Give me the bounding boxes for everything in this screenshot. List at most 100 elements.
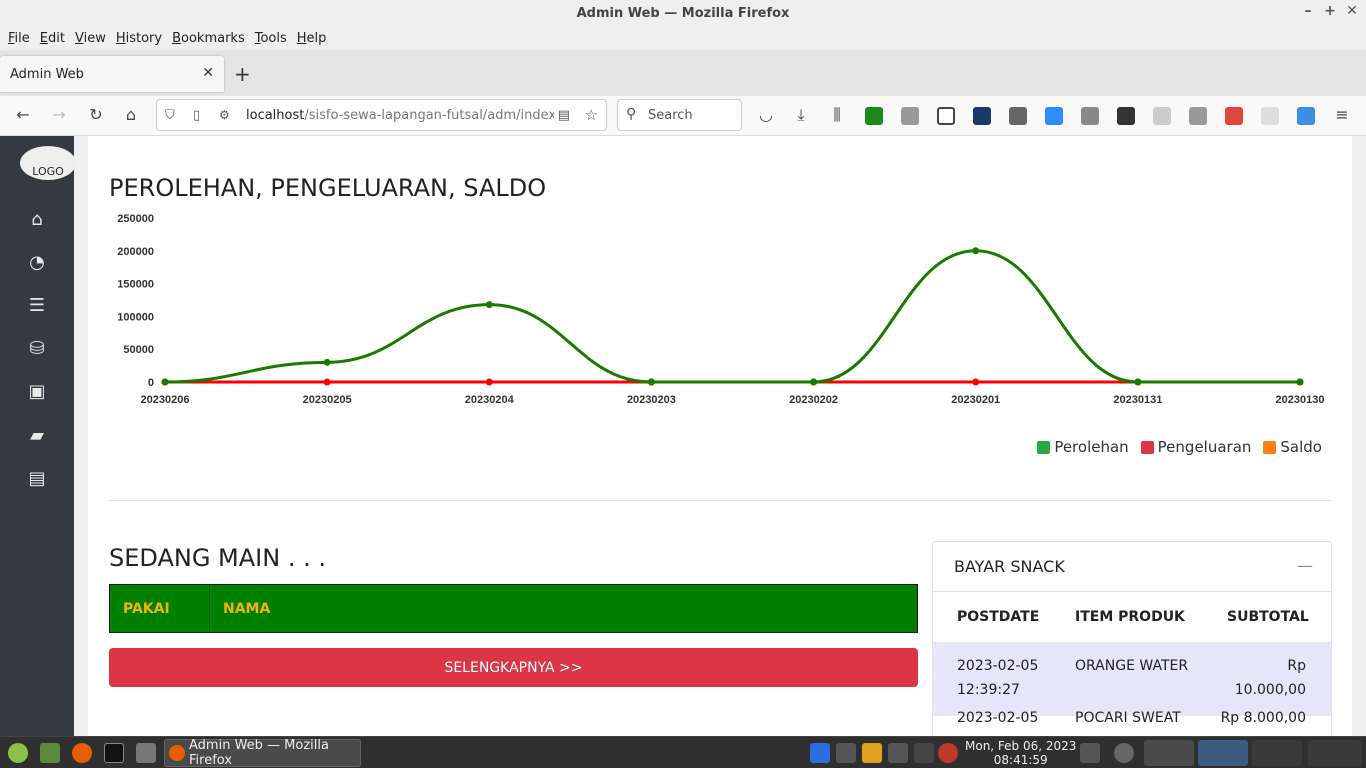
home-icon[interactable]: ⌂ [120,105,142,124]
money-icon[interactable]: ▣ [26,381,48,403]
show-desktop-icon[interactable] [40,743,60,763]
extension-download-icon[interactable] [865,107,883,125]
tab-label: Admin Web [10,66,84,82]
url-bar[interactable]: ⛉ ▯ ⚙ localhost/sisfo-sewa-lapangan-futs… [156,99,607,131]
dashboard-icon[interactable]: ◔ [26,252,48,274]
workspace-1-thumbnail[interactable] [1144,740,1194,766]
row-amount: 10.000,00 [1234,682,1306,698]
y-tick-label: 0 [148,377,154,389]
workspace-2-thumbnail[interactable] [1198,740,1248,766]
row-currency: Rp [1287,658,1306,674]
book-icon[interactable]: ▰ [26,425,48,447]
volume-icon[interactable] [888,743,908,763]
menu-tools[interactable]: Tools [251,31,291,46]
x-tick-label: 20230131 [1113,394,1162,406]
menu-edit[interactable]: Edit [36,31,69,46]
selengkapnya-button[interactable]: SELENGKAPNYA >> [109,648,918,687]
window-titlebar: Admin Web — Mozilla Firefox – + ✕ [0,0,1366,26]
firefox-icon [169,745,185,761]
workspace-icon[interactable] [1114,743,1134,763]
legend-saldo[interactable]: Saldo [1263,438,1322,456]
firefox-icon[interactable] [72,743,92,763]
search-icon: ⚲ [626,106,637,122]
x-tick-label: 20230203 [627,394,676,406]
forward-icon[interactable]: → [48,105,70,124]
extension-record-icon[interactable] [1261,107,1279,125]
reload-icon[interactable]: ↻ [85,105,107,124]
server-icon[interactable]: ☰ [26,295,48,317]
legend-label: Pengeluaran [1157,438,1252,456]
sidebar-icon[interactable] [937,107,955,125]
terminal-icon[interactable] [104,743,124,763]
extension-list-icon[interactable] [1189,107,1207,125]
library-icon[interactable]: ⫼ [826,105,848,125]
tray-app-icon[interactable] [862,743,882,763]
url-path: /sisfo-sewa-lapangan-futsal/adm/index.p [304,107,569,123]
taskbar-window-firefox[interactable]: Admin Web — Mozilla Firefox [164,738,361,768]
x-tick-label: 20230204 [465,394,515,406]
bluetooth-status-icon[interactable] [914,743,934,763]
legend-pengeluaran[interactable]: Pengeluaran [1140,438,1252,456]
extension-icon[interactable] [901,107,919,125]
qr-code-icon[interactable] [1117,107,1135,125]
tab-admin-web[interactable]: Admin Web ✕ [0,56,224,92]
database-icon[interactable]: ⛁ [26,338,48,360]
search-input[interactable]: ⚲ Search [617,99,742,131]
archive-icon[interactable]: ▤ [26,468,48,490]
back-icon[interactable]: ← [12,105,34,124]
extension-colorful-icon[interactable] [1225,107,1243,125]
row-date: 2023-02-05 [957,710,1039,726]
downloads-icon[interactable]: ⤓ [790,105,812,125]
col-item-produk: ITEM PRODUK [1075,609,1185,625]
data-point [323,378,331,386]
pocket-icon[interactable]: ◡ [755,105,777,124]
home-icon[interactable]: ⌂ [26,209,48,231]
data-point [810,378,818,386]
hamburger-menu-icon[interactable]: ≡ [1331,105,1353,124]
menu-view[interactable]: View [71,31,110,46]
row-date: 2023-02-05 [957,658,1039,674]
row-time: 12:39:27 [957,682,1020,698]
divider [109,500,1331,501]
tab-close-icon[interactable]: ✕ [202,65,214,81]
search-placeholder: Search [648,107,693,123]
bluetooth-icon[interactable] [810,743,830,763]
minimize-icon[interactable]: — [1297,556,1313,575]
page-icon: ▯ [193,107,201,123]
new-tab-icon[interactable]: + [234,62,251,86]
maximize-icon[interactable]: + [1324,3,1336,19]
globe-icon[interactable] [1153,107,1171,125]
legend-perolehan[interactable]: Perolehan [1037,438,1129,456]
tab-bar: Admin Web ✕ + [0,50,1366,96]
close-icon[interactable]: ✕ [1346,3,1358,19]
files-icon[interactable] [136,743,156,763]
col-pakai: PAKAI [110,585,210,632]
lock-icon[interactable] [1081,107,1099,125]
update-manager-icon[interactable] [938,743,958,763]
logo[interactable]: LOGO [20,146,76,180]
row-item: POCARI SWEAT [1075,710,1181,726]
network-icon[interactable] [836,743,856,763]
bayar-snack-card: BAYAR SNACK — POSTDATE ITEM PRODUK SUBTO… [932,541,1332,736]
battery-icon[interactable] [1080,743,1100,763]
clock-date: Mon, Feb 06, 2023 [965,739,1077,753]
menu-bookmarks[interactable]: Bookmarks [168,31,249,46]
bookmark-star-icon[interactable]: ☆ [585,106,598,124]
menu-icon[interactable] [8,743,28,763]
extension-arrow-down-icon[interactable] [1297,107,1315,125]
clock[interactable]: Mon, Feb 06, 2023 08:41:59 [965,739,1076,767]
shield-icon[interactable]: ⛉ [165,108,175,123]
minimize-icon[interactable]: – [1302,3,1314,19]
workspace-3-thumbnail[interactable] [1252,740,1302,766]
extension-save-icon[interactable] [973,107,991,125]
menu-history[interactable]: History [112,31,166,46]
reader-view-icon[interactable]: ▤ [553,107,570,123]
permissions-icon[interactable]: ⚙ [219,108,230,122]
app-sidebar: LOGO ⌂ ◔ ☰ ⛁ ▣ ▰ ▤ [0,136,76,736]
menu-file[interactable]: File [4,31,34,46]
zoom-icon[interactable] [1045,107,1063,125]
extension-grid-icon[interactable] [1009,107,1027,125]
data-point [485,378,493,386]
workspace-4-thumbnail[interactable] [1308,740,1362,766]
menu-help[interactable]: Help [293,31,331,46]
